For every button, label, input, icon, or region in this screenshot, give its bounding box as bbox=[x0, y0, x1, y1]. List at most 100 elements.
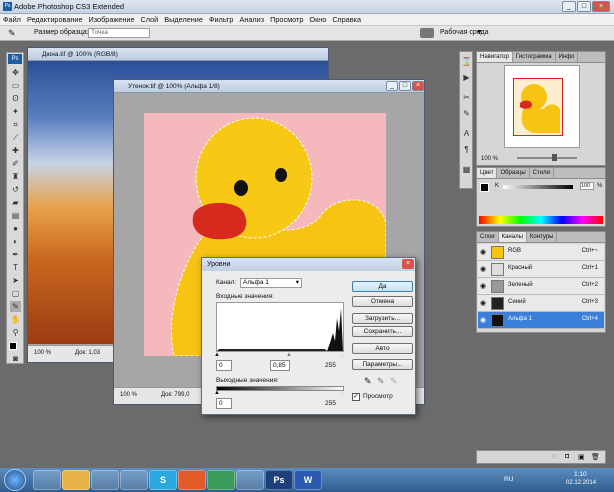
taskbar-download-icon[interactable] bbox=[207, 470, 235, 490]
menu-select[interactable]: Выделение bbox=[161, 14, 206, 26]
load-button[interactable]: Загрузить... bbox=[352, 313, 413, 324]
load-selection-icon[interactable]: ◌ bbox=[552, 453, 556, 460]
save-selection-icon[interactable]: ◘ bbox=[565, 453, 569, 460]
clock-time[interactable]: 1:10 bbox=[574, 471, 587, 478]
taskbar-media-icon[interactable] bbox=[91, 470, 119, 490]
channel-row[interactable]: ◉ Красный Ctrl+1 bbox=[478, 261, 604, 278]
input-black-field[interactable]: 0 bbox=[216, 360, 232, 371]
taskbar-torrent-icon[interactable] bbox=[120, 470, 148, 490]
tab-styles[interactable]: Стили bbox=[530, 168, 554, 178]
foreground-color-swatch[interactable] bbox=[480, 183, 489, 192]
taskbar-firefox-icon[interactable] bbox=[178, 470, 206, 490]
taskbar-photoshop-icon[interactable]: Ps bbox=[265, 470, 293, 490]
cancel-button[interactable]: Отмена bbox=[352, 296, 413, 307]
clone-stamp-icon[interactable]: ♜ bbox=[10, 171, 21, 182]
new-channel-icon[interactable]: ▣ bbox=[578, 453, 585, 461]
dodge-tool-icon[interactable]: ◐ bbox=[10, 236, 21, 247]
trash-icon[interactable]: 🗑 bbox=[591, 453, 600, 461]
zoom-slider[interactable] bbox=[517, 157, 577, 159]
language-indicator[interactable]: RU bbox=[504, 476, 513, 483]
navigator-zoom[interactable]: 100 % bbox=[481, 156, 498, 162]
input-slider[interactable]: ▲ ▲ △ bbox=[214, 352, 345, 359]
quick-mask-icon[interactable]: ◙ bbox=[10, 355, 21, 363]
history-icon[interactable]: ⌛ bbox=[461, 56, 472, 67]
character-icon[interactable]: A bbox=[461, 128, 472, 139]
black-point-handle[interactable]: ▲ bbox=[214, 352, 220, 358]
layer-comps-icon[interactable]: ▦ bbox=[461, 164, 472, 175]
preview-checkbox[interactable]: ✓ bbox=[352, 393, 360, 401]
view-box[interactable] bbox=[513, 78, 563, 136]
healing-brush-icon[interactable]: ✚ bbox=[10, 145, 21, 156]
k-slider[interactable] bbox=[503, 185, 573, 189]
menu-analysis[interactable]: Анализ bbox=[236, 14, 267, 26]
output-gradient[interactable] bbox=[216, 386, 344, 391]
eye-icon[interactable]: ◉ bbox=[480, 265, 488, 273]
clock-date[interactable]: 02.12.2014 bbox=[566, 480, 596, 486]
menu-image[interactable]: Изображение bbox=[86, 14, 138, 26]
actions-icon[interactable]: ▶ bbox=[461, 72, 472, 83]
input-gamma-field[interactable]: 0,85 bbox=[270, 360, 290, 371]
menu-window[interactable]: Окно bbox=[306, 14, 329, 26]
close-button[interactable]: × bbox=[592, 1, 610, 12]
brush-tool-icon[interactable]: ✐ bbox=[10, 158, 21, 169]
sample-size-select[interactable]: Точка bbox=[88, 28, 150, 38]
gradient-tool-icon[interactable]: ▤ bbox=[10, 210, 21, 221]
taskbar-folder-icon[interactable] bbox=[62, 470, 90, 490]
tab-histogram[interactable]: Гистограмма bbox=[513, 52, 556, 62]
white-point-handle[interactable]: △ bbox=[340, 352, 345, 359]
channel-row[interactable]: ◉ Зеленый Ctrl+2 bbox=[478, 278, 604, 295]
taskbar-explorer-icon[interactable] bbox=[33, 470, 61, 490]
navigator-thumbnail[interactable] bbox=[504, 65, 580, 148]
hand-tool-icon[interactable]: ✋ bbox=[10, 314, 21, 325]
output-black-handle[interactable]: ▲ bbox=[214, 390, 220, 396]
tab-swatches[interactable]: Образцы bbox=[497, 168, 530, 178]
blur-tool-icon[interactable]: ● bbox=[10, 223, 21, 234]
pen-tool-icon[interactable]: ✒ bbox=[10, 249, 21, 260]
magic-wand-icon[interactable]: ✦ bbox=[10, 106, 21, 117]
output-white-value[interactable]: 255 bbox=[325, 400, 336, 407]
eye-icon[interactable]: ◉ bbox=[480, 248, 488, 256]
close-button[interactable]: × bbox=[412, 81, 424, 91]
channel-row[interactable]: ◉ Синий Ctrl+3 bbox=[478, 295, 604, 312]
eye-icon[interactable]: ◉ bbox=[480, 282, 488, 290]
tab-channels[interactable]: Каналы bbox=[498, 232, 527, 242]
black-eyedropper-icon[interactable]: ✎ bbox=[364, 376, 372, 387]
channel-select[interactable]: Альфа 1 ▾ bbox=[240, 278, 302, 288]
foreground-color-swatch[interactable] bbox=[9, 342, 17, 350]
tab-color[interactable]: Цвет bbox=[477, 168, 498, 178]
menu-filter[interactable]: Фильтр bbox=[206, 14, 237, 26]
save-button[interactable]: Сохранить... bbox=[352, 326, 413, 337]
move-tool-icon[interactable]: ✥ bbox=[10, 67, 21, 78]
menu-help[interactable]: Справка bbox=[329, 14, 364, 26]
taskbar-word-icon[interactable]: W bbox=[294, 470, 322, 490]
shape-tool-icon[interactable]: ▢ bbox=[10, 288, 21, 299]
eraser-tool-icon[interactable]: ▰ bbox=[10, 197, 21, 208]
channel-row[interactable]: ◉ RGB Ctrl+~ bbox=[478, 244, 604, 261]
eye-icon[interactable]: ◉ bbox=[480, 316, 488, 324]
zoom-tool-icon[interactable]: ⚲ bbox=[10, 327, 21, 338]
tab-navigator[interactable]: Навигатор bbox=[477, 52, 513, 62]
input-white-value[interactable]: 255 bbox=[325, 362, 336, 369]
lasso-tool-icon[interactable]: ʘ bbox=[10, 93, 21, 104]
slice-tool-icon[interactable]: ⟋ bbox=[10, 132, 21, 143]
auto-button[interactable]: Авто bbox=[352, 343, 413, 354]
ok-button[interactable]: Да bbox=[352, 281, 413, 292]
menu-layer[interactable]: Слой bbox=[138, 14, 162, 26]
history-brush-icon[interactable]: ↺ bbox=[10, 184, 21, 195]
type-tool-icon[interactable]: T bbox=[10, 262, 21, 273]
taskbar-app-icon[interactable] bbox=[236, 470, 264, 490]
eye-icon[interactable]: ◉ bbox=[480, 299, 488, 307]
color-spectrum[interactable] bbox=[479, 216, 603, 224]
tab-layers[interactable]: Слои bbox=[477, 232, 499, 242]
brushes-icon[interactable]: ✎ bbox=[461, 108, 472, 119]
minimize-button[interactable]: _ bbox=[562, 1, 576, 12]
channel-row-selected[interactable]: ◉ Альфа 1 Ctrl+4 bbox=[478, 312, 604, 329]
menu-view[interactable]: Просмотр bbox=[267, 14, 306, 26]
tab-paths[interactable]: Контуры bbox=[527, 232, 558, 242]
gray-eyedropper-icon[interactable]: ✎ bbox=[377, 376, 385, 387]
menu-file[interactable]: Файл bbox=[0, 14, 24, 26]
crop-tool-icon[interactable]: ⌗ bbox=[10, 119, 21, 130]
gamma-handle[interactable]: ▲ bbox=[286, 352, 292, 358]
zoom-slider-handle[interactable] bbox=[552, 154, 557, 161]
paragraph-icon[interactable]: ¶ bbox=[461, 144, 472, 155]
